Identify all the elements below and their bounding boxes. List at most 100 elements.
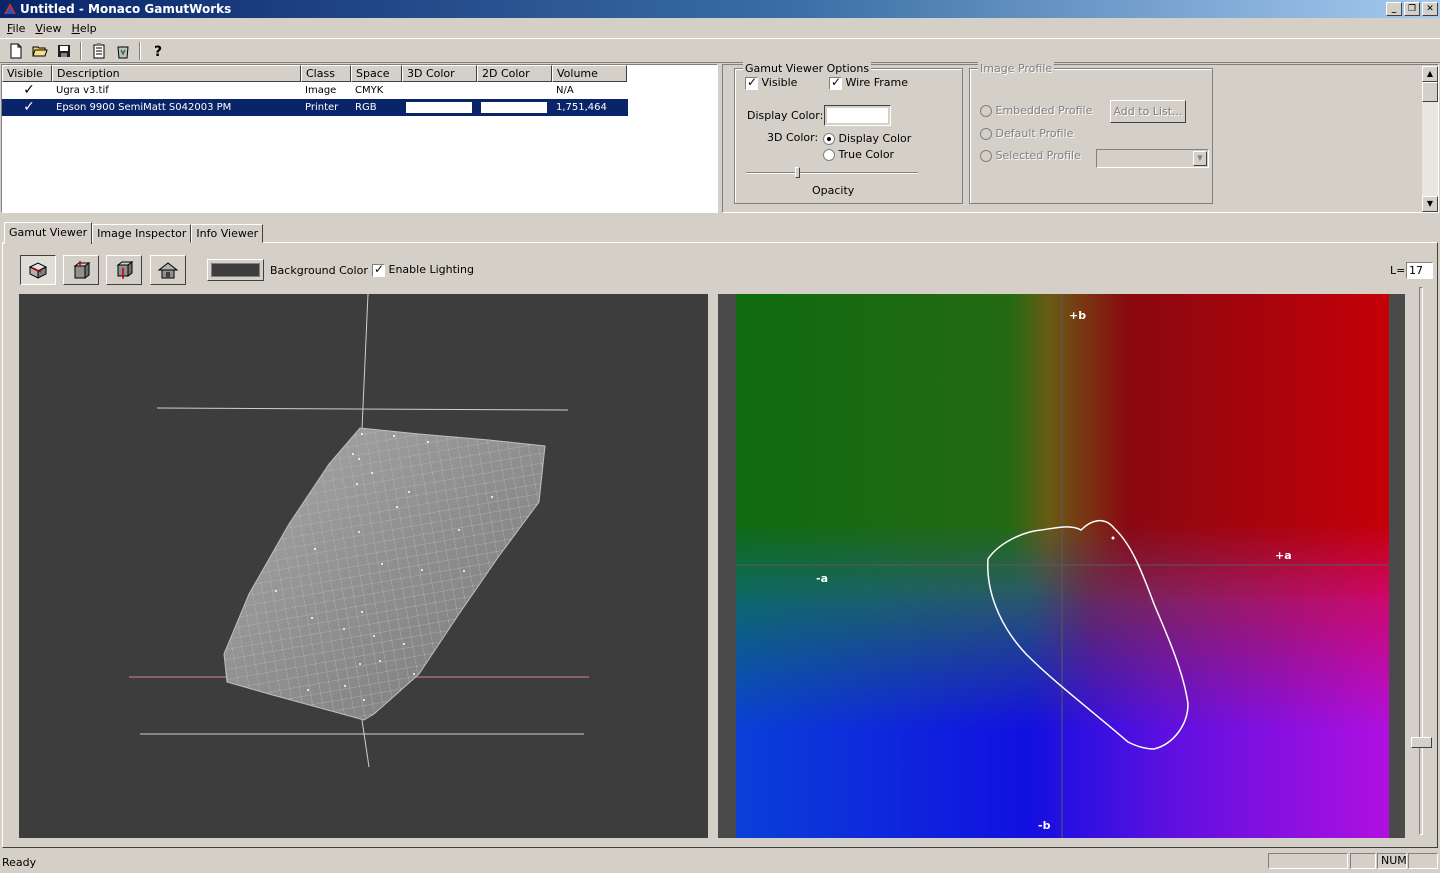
tab-gamut-viewer[interactable]: Gamut Viewer [4,222,93,244]
restore-button[interactable]: ❐ [1404,2,1420,16]
toolbar-separator [80,41,82,60]
view-top-button[interactable] [106,255,142,285]
status-bar: Ready [0,851,1440,873]
selected-profile-radio[interactable]: Selected Profile [980,149,1081,162]
gamut-3d-canvas [129,293,589,768]
l-value-label: L= [1390,264,1406,277]
recycle-button[interactable] [111,40,134,62]
list-row[interactable]: ✓ Ugra v3.tif Image CMYK N/A [2,82,717,99]
background-color-button[interactable] [207,259,264,281]
visible-check[interactable]: ✓ [2,99,52,116]
display-color-radio[interactable]: Display Color [823,132,911,145]
background-color-swatch [211,263,260,277]
axis-label-neg-b: -b [1038,819,1051,832]
default-profile-radio[interactable]: Default Profile [980,127,1073,140]
row-class: Printer [305,102,339,113]
minimize-button[interactable]: _ [1386,2,1402,16]
row-class: Image [305,85,337,96]
opacity-label: Opacity [812,184,855,197]
folder-open-icon [31,46,48,56]
selected-profile-dropdown[interactable]: ▼ [1096,149,1209,168]
status-text: Ready [2,855,37,869]
help-button[interactable]: ? [146,40,169,62]
toolbar-separator [139,41,141,60]
wireframe-checkbox[interactable]: Wire Frame [829,75,908,90]
background-color-label: Background Color [270,264,368,277]
open-file-button[interactable] [28,40,51,62]
scroll-up-arrow-icon[interactable]: ▲ [1422,66,1438,82]
gamut-2d-canvas: +b -b +a -a [736,294,1389,838]
enable-lighting-checkbox[interactable]: Enable Lighting [372,262,474,277]
column-header-3d-color[interactable]: 3D Color [402,65,477,82]
scroll-down-arrow-icon[interactable]: ▼ [1422,196,1438,212]
view-iso-button[interactable] [20,255,56,285]
home-icon [157,262,179,279]
title-bar: Untitled - Monaco GamutWorks _ ❐ ✕ [0,0,1440,18]
new-file-icon [10,43,21,58]
3d-color-label: 3D Color: [767,131,819,144]
embedded-profile-radio[interactable]: Embedded Profile [980,104,1092,117]
tab-info-viewer[interactable]: Info Viewer [191,224,264,243]
column-header-volume[interactable]: Volume [552,65,627,82]
status-panel [1350,853,1376,869]
opacity-slider-track[interactable] [746,172,918,174]
l-slider-track[interactable] [1419,287,1423,835]
row-3d-color[interactable] [402,99,477,116]
view-front-button[interactable] [63,255,99,285]
scroll-thumb[interactable] [1422,82,1438,102]
row-description: Ugra v3.tif [56,85,109,96]
color-swatch-2d [481,102,547,113]
status-panel [1268,853,1348,869]
floppy-disk-icon [57,44,70,57]
row-volume: 1,751,464 [556,102,607,113]
chevron-down-icon[interactable]: ▼ [1193,151,1207,166]
row-space: CMYK [355,85,384,96]
home-view-button[interactable] [150,255,186,285]
cube-front-icon [73,261,91,279]
cube-iso-icon [28,262,48,279]
menu-bar: File View Help [0,18,1440,38]
menu-help[interactable]: Help [67,22,102,35]
recycle-bin-icon [116,46,129,58]
add-to-list-button[interactable]: Add to List... [1110,100,1186,123]
list-row-selected[interactable]: ✓ Epson 9900 SemiMatt S042003 PM Printer… [2,99,628,116]
column-header-2d-color[interactable]: 2D Color [477,65,552,82]
options-pane: Gamut Viewer Options Visible Wire Frame … [722,62,1439,213]
options-scrollbar[interactable]: ▲ ▼ [1422,66,1438,212]
column-header-class[interactable]: Class [301,65,351,82]
column-header-visible[interactable]: Visible [2,65,52,82]
tab-image-inspector[interactable]: Image Inspector [92,224,192,243]
l-slider-thumb[interactable] [1411,737,1432,748]
properties-button[interactable] [87,40,110,62]
visible-check[interactable]: ✓ [2,82,52,99]
profile-list: Visible Description Class Space 3D Color… [1,64,718,213]
axis-label-pos-b: +b [1069,309,1086,322]
save-button[interactable] [52,40,75,62]
gamut-3d-view[interactable] [19,293,708,838]
gamut-2d-view[interactable]: +b -b +a -a [736,294,1389,838]
new-file-button[interactable] [4,40,27,62]
row-volume: N/A [556,85,574,96]
column-header-description[interactable]: Description [52,65,301,82]
display-color-label: Display Color: [747,109,824,122]
close-button[interactable]: ✕ [1422,2,1438,16]
l-value-input[interactable]: 17 [1406,262,1433,279]
list-header: Visible Description Class Space 3D Color… [2,65,717,82]
help-question-icon: ? [154,44,162,59]
menu-view[interactable]: View [30,22,66,35]
num-lock-indicator: NUM [1377,853,1407,869]
display-color-swatch[interactable] [824,105,891,126]
axis-label-pos-a: +a [1275,549,1292,562]
axis-label-neg-a: -a [816,572,828,585]
opacity-slider-thumb[interactable] [795,167,801,178]
toolbar: ? [0,38,1440,63]
column-header-space[interactable]: Space [351,65,402,82]
row-2d-color[interactable] [477,99,552,116]
app-icon [4,3,16,14]
group-title: Gamut Viewer Options [743,62,872,75]
true-color-radio[interactable]: True Color [823,148,894,161]
document-list-icon [93,42,104,58]
visible-checkbox[interactable]: Visible [745,75,797,90]
menu-file[interactable]: File [2,22,30,35]
row-3d-color [402,82,477,99]
